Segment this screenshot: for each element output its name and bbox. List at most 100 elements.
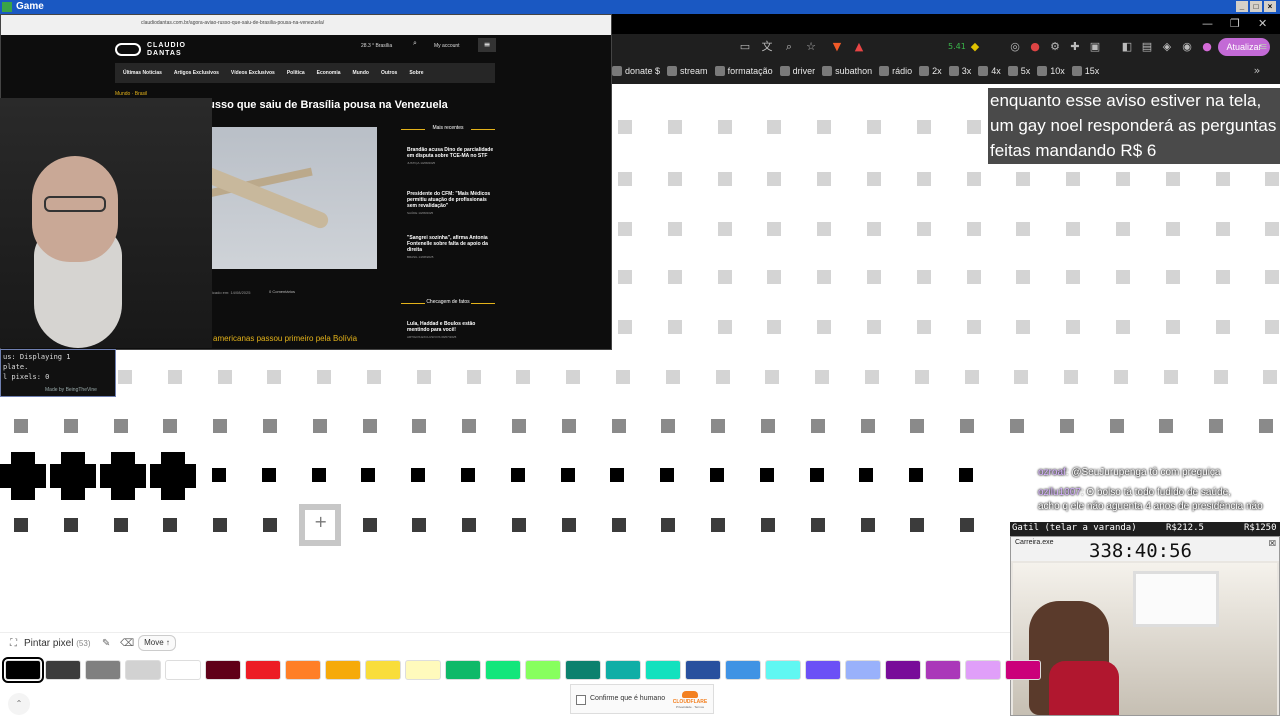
pixel-cell[interactable] (960, 518, 974, 532)
bookmark-item[interactable]: formatação (714, 66, 773, 76)
expand-icon[interactable]: ⛶ (10, 638, 17, 649)
pixel-cell[interactable] (363, 419, 377, 433)
pixel-cell[interactable] (1216, 172, 1230, 186)
pixel-cell[interactable] (263, 419, 277, 433)
pixel-cell[interactable] (1060, 419, 1074, 433)
pixel-cell[interactable] (114, 518, 128, 532)
pixel-cell[interactable] (910, 419, 924, 433)
pixel-cell[interactable] (412, 419, 426, 433)
pixel-cell[interactable] (810, 468, 824, 482)
bookmark-item[interactable]: 15x (1071, 66, 1099, 76)
browser-restore-icon[interactable]: ❐ (1230, 17, 1240, 30)
pixel-cell[interactable] (1263, 370, 1277, 384)
pixel-cell[interactable] (417, 370, 431, 384)
bookmark-item[interactable]: rádio (879, 66, 912, 76)
pixel-cell[interactable] (64, 419, 78, 433)
pixel-cell[interactable] (661, 518, 675, 532)
sidebar-icon[interactable]: ◧ (1120, 40, 1134, 54)
pixel-cell[interactable] (711, 419, 725, 433)
sidebar-article[interactable]: "Sangrei sozinha", afirma Antonia Fonten… (407, 235, 497, 259)
pixel-cell[interactable] (511, 468, 525, 482)
color-swatch[interactable] (325, 660, 361, 680)
pixel-cell[interactable] (618, 172, 632, 186)
color-swatch[interactable] (925, 660, 961, 680)
bookmark-item[interactable]: 3x (948, 66, 971, 76)
pixel-cell[interactable] (668, 222, 682, 236)
color-swatch[interactable] (765, 660, 801, 680)
bookmarks-overflow-icon[interactable]: » (1250, 64, 1264, 78)
pixel-cell[interactable] (718, 320, 732, 334)
puzzle-icon[interactable]: ✚ (1068, 40, 1082, 54)
pixel-cell[interactable] (817, 320, 831, 334)
color-swatch[interactable] (45, 660, 81, 680)
pixel-cell[interactable] (1209, 419, 1223, 433)
pixel-cell[interactable] (967, 222, 981, 236)
extension-shield-icon[interactable]: ◆ (968, 40, 982, 54)
pixel-cell[interactable] (1265, 222, 1279, 236)
nav-item[interactable]: Vídeos Exclusivos (231, 70, 275, 76)
pixel-cell[interactable] (817, 172, 831, 186)
pixel-cell[interactable] (1166, 222, 1180, 236)
pixel-cell[interactable] (462, 518, 476, 532)
pixel-cell[interactable] (1265, 270, 1279, 284)
pixel-cell[interactable] (765, 370, 779, 384)
pixel-cell[interactable] (1259, 419, 1273, 433)
pixel-cell[interactable] (562, 518, 576, 532)
captcha-links[interactable]: Privacidade · Termos (670, 705, 710, 709)
site-logo[interactable]: CLAUDIO DANTAS (115, 42, 205, 59)
color-swatch[interactable] (805, 660, 841, 680)
pixel-cell[interactable] (967, 172, 981, 186)
pixel-cell[interactable] (618, 270, 632, 284)
bookmark-item[interactable]: 10x (1037, 66, 1065, 76)
browser-minimize-icon[interactable]: — (1202, 17, 1213, 30)
pixel-cell[interactable] (1016, 222, 1030, 236)
color-swatch[interactable] (965, 660, 1001, 680)
vpn-icon[interactable]: ◈ (1160, 40, 1174, 54)
pixel-cell[interactable] (668, 270, 682, 284)
pixel-cell[interactable] (618, 222, 632, 236)
extension-icon[interactable]: ◎ (1008, 40, 1022, 54)
pixel-cell[interactable] (267, 370, 281, 384)
menu-icon[interactable]: ≡ (1256, 40, 1270, 54)
pixel-cell[interactable] (64, 518, 78, 532)
nav-item[interactable]: Artigos Exclusivos (174, 70, 219, 76)
pixel-cell[interactable] (718, 222, 732, 236)
pixel-cell[interactable] (1016, 270, 1030, 284)
pixel-cell[interactable] (959, 468, 973, 482)
color-swatch[interactable] (485, 660, 521, 680)
pixel-cell[interactable] (566, 370, 580, 384)
pixel-cell[interactable] (867, 270, 881, 284)
translate-icon[interactable]: 文 (760, 40, 774, 54)
wallet-icon[interactable]: ▤ (1140, 40, 1154, 54)
pixel-cell[interactable] (1066, 172, 1080, 186)
pixel-cell[interactable] (817, 270, 831, 284)
pixel-cell[interactable] (411, 468, 425, 482)
close-icon[interactable]: ☒ (1269, 539, 1276, 548)
pixel-cell[interactable] (811, 518, 825, 532)
nav-item[interactable]: Política (287, 70, 305, 76)
pixel-cell[interactable] (710, 468, 724, 482)
pixel-cell[interactable] (960, 419, 974, 433)
pixel-cell[interactable] (811, 419, 825, 433)
nav-item[interactable]: Mundo (353, 70, 369, 76)
pixel-cell[interactable] (1066, 270, 1080, 284)
pixel-cell[interactable] (867, 222, 881, 236)
pixel-cell[interactable] (118, 370, 132, 384)
gear-icon[interactable]: ⚙ (1048, 40, 1062, 54)
pixel-cell[interactable] (861, 419, 875, 433)
pixel-cell[interactable] (917, 222, 931, 236)
pixel-cell[interactable] (512, 518, 526, 532)
bookmark-item[interactable]: driver (779, 66, 815, 76)
pixel-cell[interactable] (767, 120, 781, 134)
install-app-icon[interactable]: ▭ (738, 40, 752, 54)
color-swatch[interactable] (565, 660, 601, 680)
pixel-cell[interactable] (865, 370, 879, 384)
color-swatch[interactable] (165, 660, 201, 680)
pixel-cell[interactable] (1066, 222, 1080, 236)
pixel-cell[interactable] (367, 370, 381, 384)
color-swatch[interactable] (1005, 660, 1041, 680)
account-link[interactable]: My account (434, 43, 460, 49)
minimize-button[interactable]: _ (1236, 1, 1248, 12)
pixel-cell[interactable] (716, 370, 730, 384)
pixel-cell[interactable] (467, 370, 481, 384)
